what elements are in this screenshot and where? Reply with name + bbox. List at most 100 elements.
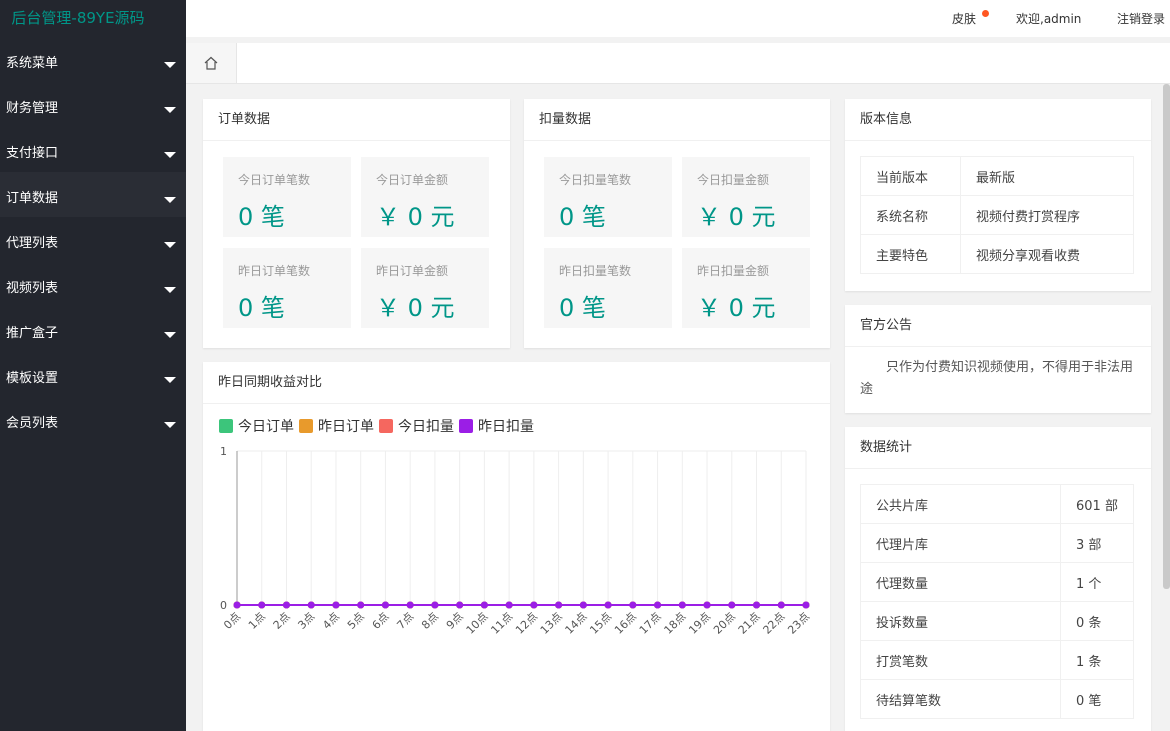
- table-value: 视频分享观看收费: [960, 234, 1134, 274]
- stat-label: 今日扣量笔数: [559, 173, 632, 187]
- stat-yesterday-order-amount: 昨日订单金额 ￥ 0 元: [361, 248, 489, 328]
- x-tick-label: 3点: [295, 610, 317, 632]
- stat-value: ￥ 0 元: [697, 294, 776, 322]
- data-point: [579, 601, 587, 609]
- sidebar-item-orders[interactable]: 订单数据: [0, 172, 186, 217]
- legend-label[interactable]: 今日扣量: [398, 416, 454, 436]
- sidebar-item-label: 系统菜单: [6, 56, 59, 71]
- sidebar-item-members[interactable]: 会员列表: [0, 397, 186, 442]
- stat-yesterday-order-count: 昨日订单笔数 0 笔: [223, 248, 351, 328]
- chart-legend: 今日订单 昨日订单 今日扣量 昨日扣量: [219, 416, 539, 436]
- sidebar-item-templates[interactable]: 模板设置: [0, 352, 186, 397]
- x-tick-label: 11点: [488, 610, 515, 637]
- legend-label[interactable]: 昨日订单: [318, 416, 374, 436]
- data-point: [777, 601, 785, 609]
- table-row: 投诉数量 0 条: [860, 601, 1134, 641]
- data-point: [728, 601, 736, 609]
- table-row: 公共片库 601 部: [860, 484, 1134, 524]
- card-title: 昨日同期收益对比: [203, 362, 830, 404]
- caret-down-icon: [164, 107, 176, 113]
- table-key: 打赏笔数: [860, 640, 1061, 680]
- data-point: [282, 601, 290, 609]
- x-tick-label: 22点: [761, 610, 788, 637]
- table-value: 0 笔: [1060, 679, 1134, 719]
- line-chart: 1 00点 1点 2点 3点 4点 5点 6点 7点 8点 9点10点11点12点13点14点15点…: [220, 445, 812, 637]
- stat-yesterday-deduct-amount: 昨日扣量金额 ￥ 0 元: [682, 248, 810, 328]
- stat-yesterday-deduct-count: 昨日扣量笔数 0 笔: [544, 248, 672, 328]
- x-tick-label: 20点: [711, 610, 738, 637]
- table-row: 主要特色 视频分享观看收费: [860, 234, 1134, 274]
- notice-text: 只作为付费知识视频使用，不得用于非法用途: [860, 360, 1134, 397]
- data-point: [258, 601, 266, 609]
- sidebar-item-payment[interactable]: 支付接口: [0, 127, 186, 172]
- y-tick-label: 0: [220, 599, 227, 612]
- x-tick-label: 7点: [394, 610, 416, 632]
- caret-down-icon: [164, 332, 176, 338]
- welcome-user[interactable]: 欢迎,admin: [1016, 10, 1081, 27]
- sidebar-item-finance[interactable]: 财务管理: [0, 82, 186, 127]
- table-key: 当前版本: [860, 156, 961, 196]
- x-tick-label: 0点: [221, 610, 243, 632]
- table-row: 打赏笔数 1 条: [860, 640, 1134, 680]
- caret-down-icon: [164, 422, 176, 428]
- notice-card: 官方公告 只作为付费知识视频使用，不得用于非法用途: [845, 305, 1151, 413]
- caret-down-icon: [164, 242, 176, 248]
- skin-button[interactable]: 皮肤: [952, 10, 976, 27]
- table-key: 公共片库: [860, 484, 1061, 524]
- stat-value: ￥ 0 元: [376, 294, 455, 322]
- table-row: 当前版本 最新版: [860, 156, 1134, 196]
- sidebar-item-promo-box[interactable]: 推广盒子: [0, 307, 186, 352]
- stat-value: 0 笔: [238, 203, 285, 231]
- logout-link[interactable]: 注销登录: [1117, 10, 1165, 27]
- sidebar-item-label: 视频列表: [6, 281, 59, 296]
- sidebar-item-agents[interactable]: 代理列表: [0, 217, 186, 262]
- caret-down-icon: [164, 287, 176, 293]
- table-key: 主要特色: [860, 234, 961, 274]
- data-point: [654, 601, 662, 609]
- y-tick-label: 1: [220, 445, 227, 458]
- sidebar-item-videos[interactable]: 视频列表: [0, 262, 186, 307]
- deduct-data-card: 扣量数据 今日扣量笔数 0 笔 今日扣量金额 ￥ 0 元 昨日扣量笔数 0 笔 …: [524, 99, 830, 348]
- x-tick-label: 15点: [587, 610, 614, 637]
- stat-label: 昨日订单金额: [376, 264, 449, 278]
- x-tick-label: 4点: [320, 610, 342, 632]
- app-logo[interactable]: 后台管理-89YE源码: [0, 0, 186, 37]
- table-key: 待结算笔数: [860, 679, 1061, 719]
- card-title: 数据统计: [845, 427, 1151, 469]
- x-tick-label: 21点: [736, 610, 763, 637]
- x-tick-label: 17点: [637, 610, 664, 637]
- sidebar-item-system-menu[interactable]: 系统菜单: [0, 37, 186, 82]
- table-key: 系统名称: [860, 195, 961, 235]
- page-scrollbar[interactable]: [1163, 84, 1170, 589]
- sidebar: 后台管理-89YE源码 系统菜单 财务管理 支付接口 订单数据 代理列表 视频列…: [0, 0, 186, 731]
- data-point: [678, 601, 686, 609]
- table-row: 系统名称 视频付费打赏程序: [860, 195, 1134, 235]
- data-stats-card: 数据统计 公共片库 601 部 代理片库 3 部 代理数量 1 个 投诉数量 0 条 打…: [845, 427, 1151, 731]
- tab-home[interactable]: [186, 43, 237, 83]
- card-title: 官方公告: [845, 305, 1151, 347]
- table-value: 3 部: [1060, 523, 1134, 563]
- stat-today-deduct-amount: 今日扣量金额 ￥ 0 元: [682, 157, 810, 237]
- legend-label[interactable]: 今日订单: [238, 416, 294, 436]
- home-icon: [204, 56, 218, 70]
- x-tick-label: 18点: [662, 610, 689, 637]
- table-key: 投诉数量: [860, 601, 1061, 641]
- caret-down-icon: [164, 152, 176, 158]
- table-value: 1 个: [1060, 562, 1134, 602]
- x-tick-label: 16点: [612, 610, 639, 637]
- stat-label: 今日订单金额: [376, 173, 449, 187]
- legend-label[interactable]: 昨日扣量: [478, 416, 534, 436]
- data-point: [456, 601, 464, 609]
- data-point: [307, 601, 315, 609]
- sidebar-item-label: 财务管理: [6, 101, 59, 116]
- caret-down-icon: [164, 377, 176, 383]
- stat-label: 今日扣量金额: [697, 173, 770, 187]
- x-tick-label: 8点: [419, 610, 441, 632]
- x-tick-label: 6点: [370, 610, 392, 632]
- stat-value: 0 笔: [559, 203, 606, 231]
- stat-value: 0 笔: [238, 294, 285, 322]
- stat-label: 昨日订单笔数: [238, 264, 311, 278]
- data-point: [505, 601, 513, 609]
- data-point: [431, 601, 439, 609]
- data-point: [480, 601, 488, 609]
